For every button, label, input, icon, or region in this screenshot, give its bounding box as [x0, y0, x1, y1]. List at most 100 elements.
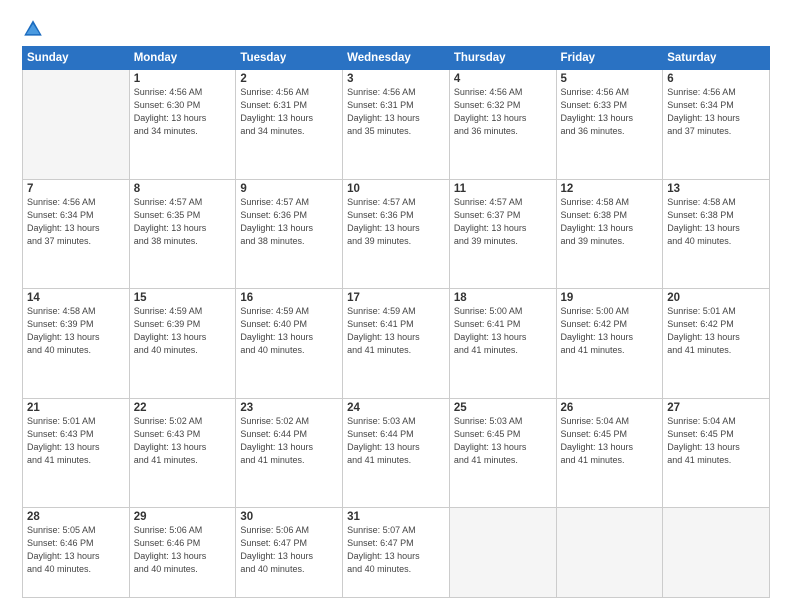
calendar-cell: 3Sunrise: 4:56 AM Sunset: 6:31 PM Daylig…: [343, 70, 450, 180]
day-number: 26: [561, 402, 659, 414]
day-info: Sunrise: 4:56 AM Sunset: 6:31 PM Dayligh…: [240, 86, 338, 138]
week-row: 7Sunrise: 4:56 AM Sunset: 6:34 PM Daylig…: [23, 179, 770, 289]
calendar-cell: 2Sunrise: 4:56 AM Sunset: 6:31 PM Daylig…: [236, 70, 343, 180]
week-row: 14Sunrise: 4:58 AM Sunset: 6:39 PM Dayli…: [23, 289, 770, 399]
day-info: Sunrise: 5:00 AM Sunset: 6:42 PM Dayligh…: [561, 305, 659, 357]
day-number: 4: [454, 73, 552, 85]
calendar-cell: 29Sunrise: 5:06 AM Sunset: 6:46 PM Dayli…: [129, 508, 236, 598]
day-info: Sunrise: 4:56 AM Sunset: 6:31 PM Dayligh…: [347, 86, 445, 138]
page: SundayMondayTuesdayWednesdayThursdayFrid…: [0, 0, 792, 612]
calendar-cell: 5Sunrise: 4:56 AM Sunset: 6:33 PM Daylig…: [556, 70, 663, 180]
day-info: Sunrise: 5:02 AM Sunset: 6:43 PM Dayligh…: [134, 415, 232, 467]
day-number: 12: [561, 183, 659, 195]
day-info: Sunrise: 4:58 AM Sunset: 6:39 PM Dayligh…: [27, 305, 125, 357]
day-number: 22: [134, 402, 232, 414]
weekday-header: Friday: [556, 47, 663, 70]
day-number: 20: [667, 292, 765, 304]
day-number: 18: [454, 292, 552, 304]
day-number: 31: [347, 511, 445, 523]
calendar-cell: 31Sunrise: 5:07 AM Sunset: 6:47 PM Dayli…: [343, 508, 450, 598]
day-info: Sunrise: 5:01 AM Sunset: 6:42 PM Dayligh…: [667, 305, 765, 357]
weekday-header: Monday: [129, 47, 236, 70]
day-info: Sunrise: 5:06 AM Sunset: 6:47 PM Dayligh…: [240, 524, 338, 576]
calendar-cell: [23, 70, 130, 180]
weekday-header-row: SundayMondayTuesdayWednesdayThursdayFrid…: [23, 47, 770, 70]
day-info: Sunrise: 5:07 AM Sunset: 6:47 PM Dayligh…: [347, 524, 445, 576]
calendar-cell: [663, 508, 770, 598]
day-number: 8: [134, 183, 232, 195]
day-info: Sunrise: 4:56 AM Sunset: 6:34 PM Dayligh…: [27, 196, 125, 248]
day-info: Sunrise: 5:00 AM Sunset: 6:41 PM Dayligh…: [454, 305, 552, 357]
calendar-cell: 24Sunrise: 5:03 AM Sunset: 6:44 PM Dayli…: [343, 398, 450, 508]
day-info: Sunrise: 4:59 AM Sunset: 6:39 PM Dayligh…: [134, 305, 232, 357]
calendar-cell: 15Sunrise: 4:59 AM Sunset: 6:39 PM Dayli…: [129, 289, 236, 399]
day-info: Sunrise: 4:57 AM Sunset: 6:37 PM Dayligh…: [454, 196, 552, 248]
day-info: Sunrise: 5:03 AM Sunset: 6:44 PM Dayligh…: [347, 415, 445, 467]
weekday-header: Saturday: [663, 47, 770, 70]
day-number: 28: [27, 511, 125, 523]
week-row: 1Sunrise: 4:56 AM Sunset: 6:30 PM Daylig…: [23, 70, 770, 180]
day-info: Sunrise: 5:04 AM Sunset: 6:45 PM Dayligh…: [667, 415, 765, 467]
calendar-cell: 14Sunrise: 4:58 AM Sunset: 6:39 PM Dayli…: [23, 289, 130, 399]
day-info: Sunrise: 4:59 AM Sunset: 6:40 PM Dayligh…: [240, 305, 338, 357]
day-info: Sunrise: 5:02 AM Sunset: 6:44 PM Dayligh…: [240, 415, 338, 467]
day-number: 7: [27, 183, 125, 195]
day-info: Sunrise: 4:57 AM Sunset: 6:35 PM Dayligh…: [134, 196, 232, 248]
calendar-cell: 28Sunrise: 5:05 AM Sunset: 6:46 PM Dayli…: [23, 508, 130, 598]
day-number: 10: [347, 183, 445, 195]
day-number: 9: [240, 183, 338, 195]
calendar-cell: 7Sunrise: 4:56 AM Sunset: 6:34 PM Daylig…: [23, 179, 130, 289]
day-number: 1: [134, 73, 232, 85]
calendar-cell: 19Sunrise: 5:00 AM Sunset: 6:42 PM Dayli…: [556, 289, 663, 399]
day-info: Sunrise: 4:57 AM Sunset: 6:36 PM Dayligh…: [240, 196, 338, 248]
day-info: Sunrise: 4:58 AM Sunset: 6:38 PM Dayligh…: [561, 196, 659, 248]
day-number: 25: [454, 402, 552, 414]
day-info: Sunrise: 5:04 AM Sunset: 6:45 PM Dayligh…: [561, 415, 659, 467]
calendar-cell: 20Sunrise: 5:01 AM Sunset: 6:42 PM Dayli…: [663, 289, 770, 399]
calendar-cell: 1Sunrise: 4:56 AM Sunset: 6:30 PM Daylig…: [129, 70, 236, 180]
day-number: 16: [240, 292, 338, 304]
calendar-cell: 6Sunrise: 4:56 AM Sunset: 6:34 PM Daylig…: [663, 70, 770, 180]
calendar-cell: 27Sunrise: 5:04 AM Sunset: 6:45 PM Dayli…: [663, 398, 770, 508]
calendar-table: SundayMondayTuesdayWednesdayThursdayFrid…: [22, 46, 770, 598]
day-number: 14: [27, 292, 125, 304]
calendar-cell: 12Sunrise: 4:58 AM Sunset: 6:38 PM Dayli…: [556, 179, 663, 289]
day-number: 21: [27, 402, 125, 414]
calendar-cell: 17Sunrise: 4:59 AM Sunset: 6:41 PM Dayli…: [343, 289, 450, 399]
calendar-cell: 23Sunrise: 5:02 AM Sunset: 6:44 PM Dayli…: [236, 398, 343, 508]
week-row: 28Sunrise: 5:05 AM Sunset: 6:46 PM Dayli…: [23, 508, 770, 598]
calendar-cell: 11Sunrise: 4:57 AM Sunset: 6:37 PM Dayli…: [449, 179, 556, 289]
calendar-cell: [556, 508, 663, 598]
day-info: Sunrise: 5:05 AM Sunset: 6:46 PM Dayligh…: [27, 524, 125, 576]
calendar-cell: 4Sunrise: 4:56 AM Sunset: 6:32 PM Daylig…: [449, 70, 556, 180]
day-info: Sunrise: 4:56 AM Sunset: 6:30 PM Dayligh…: [134, 86, 232, 138]
day-info: Sunrise: 4:56 AM Sunset: 6:33 PM Dayligh…: [561, 86, 659, 138]
day-number: 27: [667, 402, 765, 414]
weekday-header: Wednesday: [343, 47, 450, 70]
logo-icon: [22, 18, 44, 40]
calendar-cell: 10Sunrise: 4:57 AM Sunset: 6:36 PM Dayli…: [343, 179, 450, 289]
day-number: 3: [347, 73, 445, 85]
calendar-cell: 22Sunrise: 5:02 AM Sunset: 6:43 PM Dayli…: [129, 398, 236, 508]
day-number: 29: [134, 511, 232, 523]
day-number: 13: [667, 183, 765, 195]
day-number: 23: [240, 402, 338, 414]
day-info: Sunrise: 5:03 AM Sunset: 6:45 PM Dayligh…: [454, 415, 552, 467]
calendar-cell: 26Sunrise: 5:04 AM Sunset: 6:45 PM Dayli…: [556, 398, 663, 508]
calendar-cell: [449, 508, 556, 598]
calendar-cell: 18Sunrise: 5:00 AM Sunset: 6:41 PM Dayli…: [449, 289, 556, 399]
weekday-header: Thursday: [449, 47, 556, 70]
day-number: 2: [240, 73, 338, 85]
calendar-cell: 30Sunrise: 5:06 AM Sunset: 6:47 PM Dayli…: [236, 508, 343, 598]
day-info: Sunrise: 4:57 AM Sunset: 6:36 PM Dayligh…: [347, 196, 445, 248]
day-info: Sunrise: 5:01 AM Sunset: 6:43 PM Dayligh…: [27, 415, 125, 467]
day-number: 30: [240, 511, 338, 523]
day-number: 15: [134, 292, 232, 304]
day-info: Sunrise: 5:06 AM Sunset: 6:46 PM Dayligh…: [134, 524, 232, 576]
calendar-cell: 25Sunrise: 5:03 AM Sunset: 6:45 PM Dayli…: [449, 398, 556, 508]
day-info: Sunrise: 4:56 AM Sunset: 6:32 PM Dayligh…: [454, 86, 552, 138]
day-number: 24: [347, 402, 445, 414]
calendar-cell: 16Sunrise: 4:59 AM Sunset: 6:40 PM Dayli…: [236, 289, 343, 399]
day-info: Sunrise: 4:56 AM Sunset: 6:34 PM Dayligh…: [667, 86, 765, 138]
day-number: 17: [347, 292, 445, 304]
